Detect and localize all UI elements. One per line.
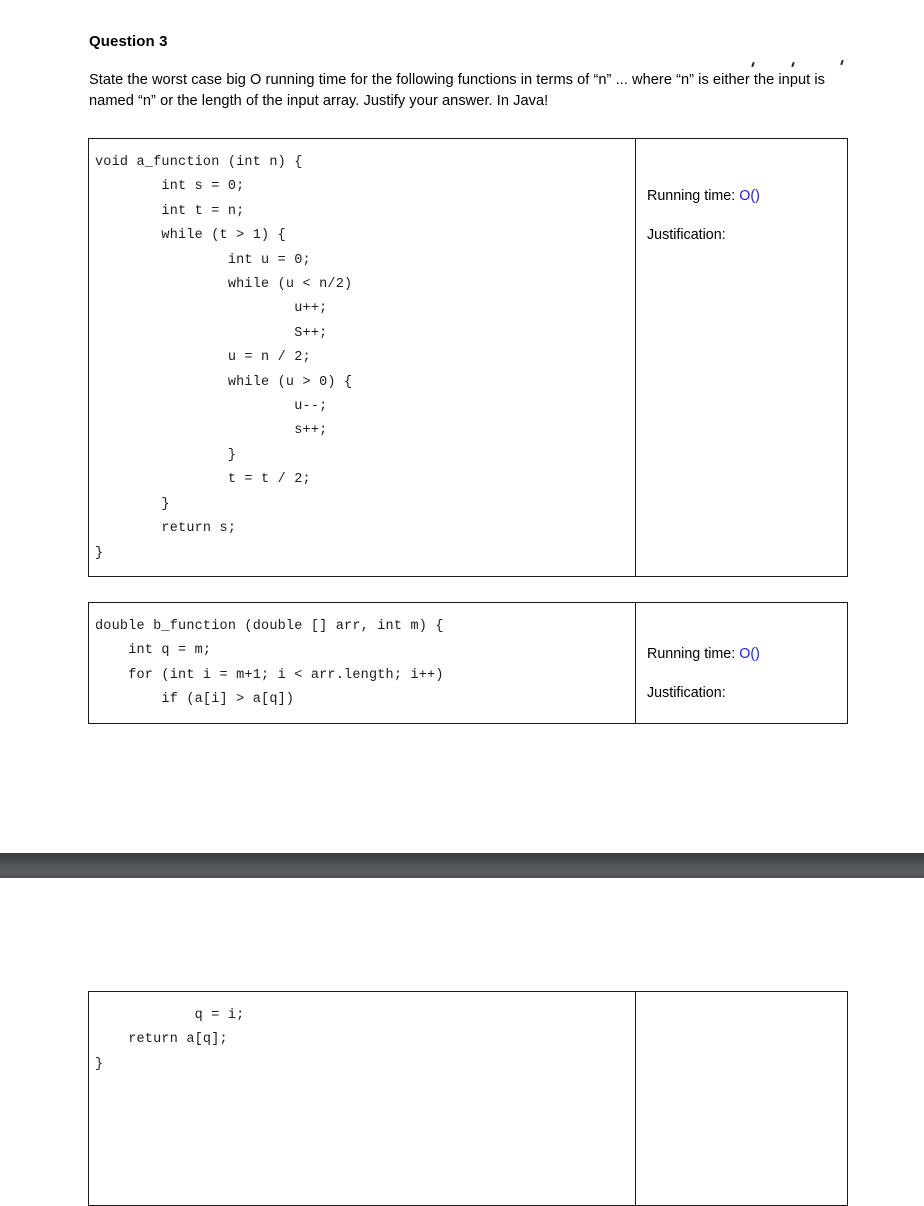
big-o-value[interactable]: O() xyxy=(739,646,760,662)
question-prompt: State the worst case big O running time … xyxy=(89,72,826,109)
question-table-row-1: void a_function (int n) { int s = 0; int… xyxy=(88,138,848,577)
code-block-a-function: void a_function (int n) { int s = 0; int… xyxy=(95,155,353,561)
answer-cell: Running time: O() Justification: xyxy=(635,602,848,724)
scan-artifact-mark xyxy=(840,59,844,66)
question-table-continued: q = i; return a[q]; } xyxy=(88,991,848,1206)
code-cell: q = i; return a[q]; } xyxy=(88,991,636,1206)
table-row: q = i; return a[q]; } xyxy=(88,991,848,1206)
page-break-separator xyxy=(0,853,924,878)
answer-area[interactable]: Running time: O() Justification: xyxy=(636,139,847,245)
code-cell: void a_function (int n) { int s = 0; int… xyxy=(88,138,636,577)
document-page-two: q = i; return a[q]; } xyxy=(0,878,924,1206)
answer-area[interactable] xyxy=(636,992,847,1039)
answer-cell xyxy=(635,991,848,1206)
running-time-line: Running time: O() xyxy=(647,186,847,206)
answer-area[interactable]: Running time: O() Justification: xyxy=(636,603,847,703)
running-time-line: Running time: O() xyxy=(647,644,847,664)
running-time-label: Running time: xyxy=(647,188,736,204)
big-o-value[interactable]: O() xyxy=(739,188,760,204)
code-block-b-function-continued: q = i; return a[q]; } xyxy=(95,1008,245,1072)
table-row: void a_function (int n) { int s = 0; int… xyxy=(88,138,848,577)
question-table-row-2: double b_function (double [] arr, int m)… xyxy=(88,602,848,724)
answer-cell: Running time: O() Justification: xyxy=(635,138,848,577)
page-title: Question 3 xyxy=(89,33,168,50)
scan-artifact-mark xyxy=(751,61,755,68)
table-row: double b_function (double [] arr, int m)… xyxy=(88,602,848,724)
document-page-one: Question 3 State the worst case big O ru… xyxy=(0,0,924,853)
code-cell: double b_function (double [] arr, int m)… xyxy=(88,602,636,724)
running-time-label: Running time: xyxy=(647,646,736,662)
justification-label: Justification: xyxy=(647,685,726,701)
justification-line: Justification: xyxy=(647,225,847,245)
code-block-b-function: double b_function (double [] arr, int m)… xyxy=(95,619,444,708)
scan-artifact-mark xyxy=(791,61,795,68)
justification-label: Justification: xyxy=(647,227,726,243)
justification-line: Justification: xyxy=(647,683,847,703)
